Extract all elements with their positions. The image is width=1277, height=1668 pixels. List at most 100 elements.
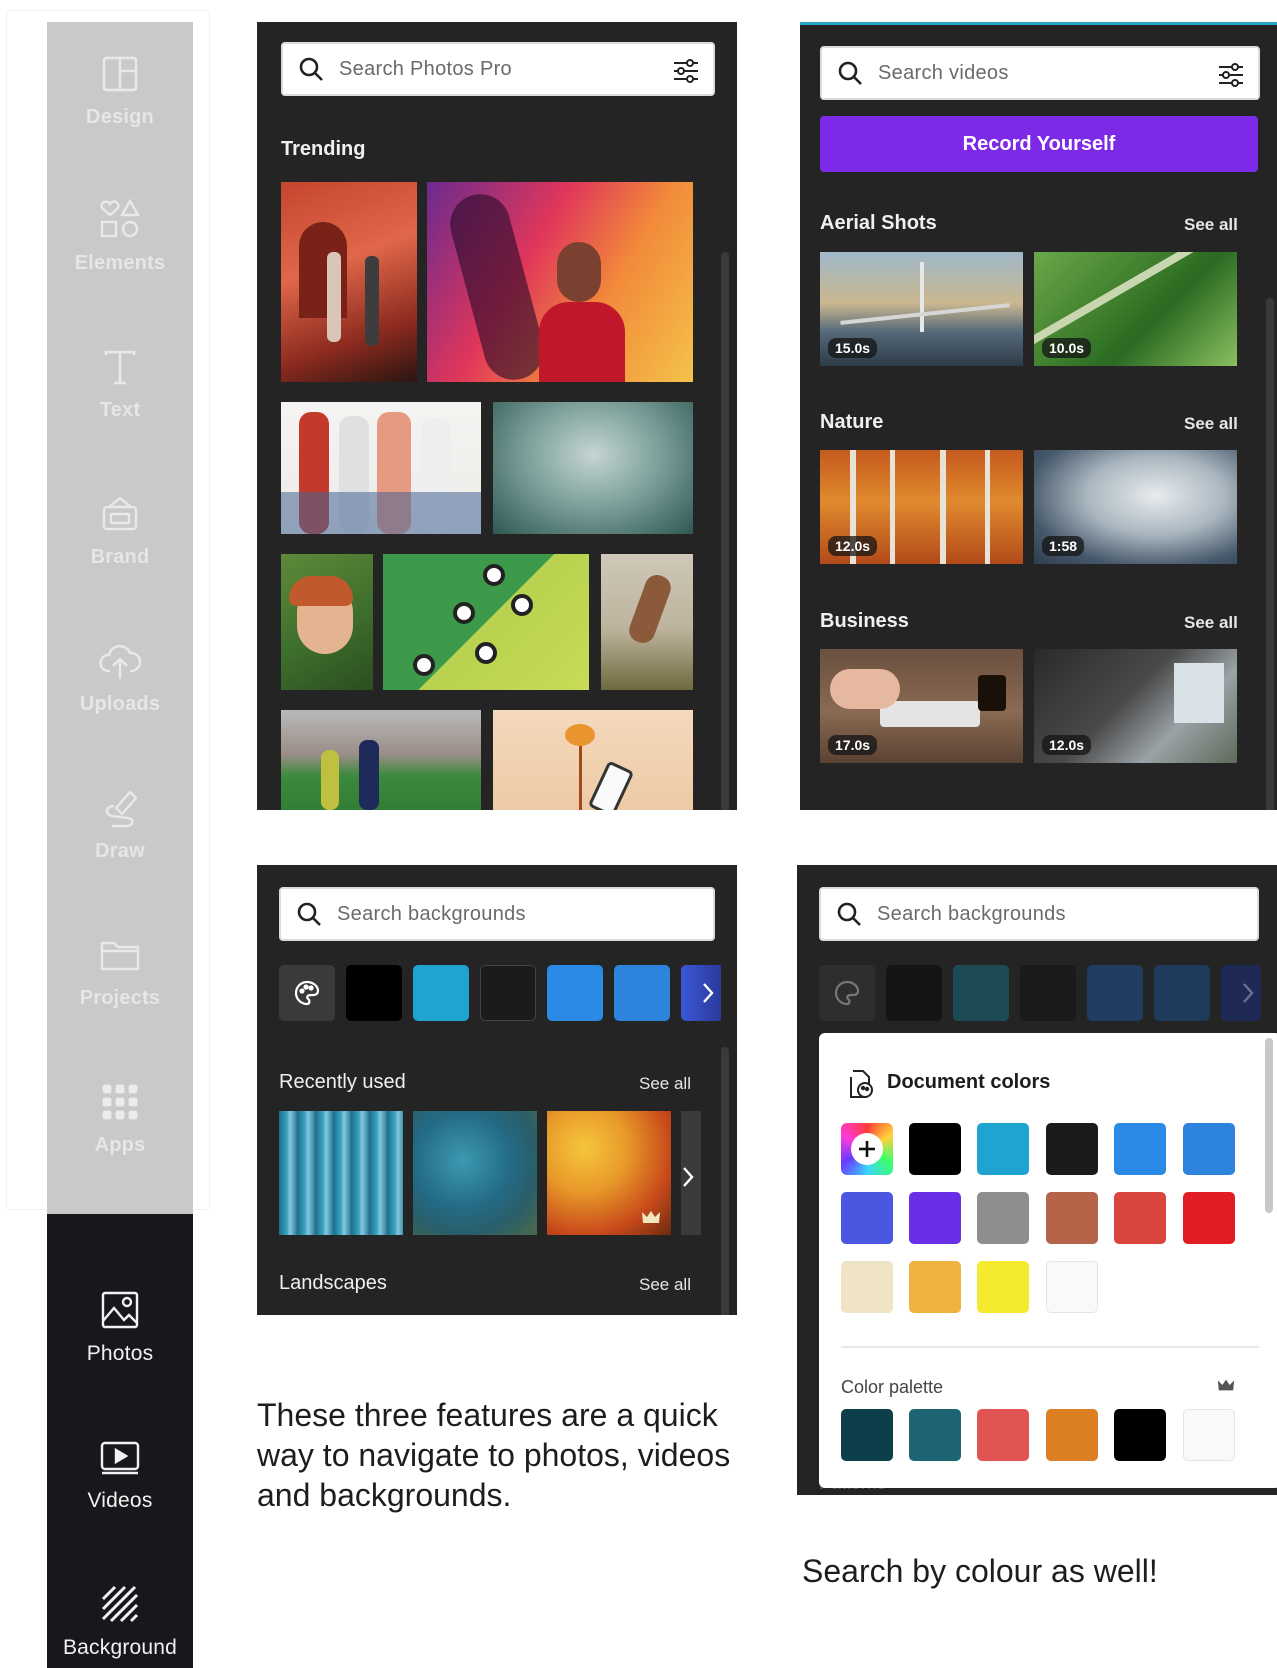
document-color-swatch[interactable] [1114,1192,1166,1244]
photo-thumbnail[interactable] [427,182,693,382]
photo-thumbnail[interactable] [281,554,373,690]
palette-color-swatch[interactable] [977,1409,1029,1461]
video-thumbnail[interactable]: 17.0s [820,649,1023,763]
plus-icon [859,1141,875,1157]
document-color-swatch[interactable] [977,1123,1029,1175]
sidebar-item-uploads[interactable]: Uploads [47,639,193,759]
sidebar-item-apps[interactable]: Apps [47,1080,193,1200]
background-thumbnail[interactable] [547,1111,671,1235]
photo-thumbnail[interactable] [281,710,481,810]
search-input[interactable]: Search backgrounds [819,887,1259,941]
color-swatch[interactable] [886,965,942,1021]
draw-icon [98,786,142,830]
palette-icon [834,980,860,1006]
photo-thumbnail[interactable] [383,554,589,690]
sidebar-item-videos[interactable]: Videos [47,1435,193,1555]
document-color-swatch[interactable] [1046,1192,1098,1244]
see-all-link[interactable]: See all [639,1275,691,1295]
sidebar-item-draw[interactable]: Draw [47,786,193,906]
scrollbar[interactable] [721,252,729,810]
layout-icon [98,52,142,96]
video-thumbnail[interactable]: 10.0s [1034,252,1237,366]
duration-badge: 12.0s [828,536,878,556]
palette-color-swatch[interactable] [1183,1409,1235,1461]
chevron-right-icon[interactable] [681,1165,695,1189]
background-thumbnail[interactable] [279,1111,403,1235]
sidebar-item-label: Background [62,1636,178,1659]
videos-panel: Search videos Record Yourself Aerial Sho… [800,22,1277,810]
color-picker-button[interactable] [279,965,335,1021]
sidebar-active-section: Photos Videos Background [47,1214,193,1668]
scrollbar[interactable] [1266,298,1274,810]
search-input[interactable]: Search videos [820,46,1260,100]
search-input[interactable]: Search backgrounds [279,887,715,941]
sidebar-item-text[interactable]: Text [47,345,193,465]
color-swatch[interactable] [547,965,603,1021]
photo-thumbnail[interactable] [281,182,417,382]
sidebar-item-label: Uploads [79,693,161,715]
chevron-right-icon [703,983,714,1003]
color-picker-button[interactable] [819,965,875,1021]
next-arrow-button[interactable] [1221,965,1261,1021]
sidebar-item-elements[interactable]: Elements [47,198,193,318]
document-color-swatch[interactable] [977,1261,1029,1313]
document-color-swatch[interactable] [1183,1192,1235,1244]
sidebar-item-label: Text [99,399,141,421]
video-thumbnail[interactable]: 12.0s [820,450,1023,564]
search-input[interactable]: Search Photos Pro [281,42,715,96]
video-thumbnail[interactable]: 1:58 [1034,450,1237,564]
video-thumbnail[interactable]: 12.0s [1034,649,1237,763]
color-swatch[interactable] [346,965,402,1021]
color-swatch[interactable] [1154,965,1210,1021]
scrollbar[interactable] [721,1047,729,1315]
see-all-link[interactable]: See all [1184,613,1238,633]
color-swatch[interactable] [1087,965,1143,1021]
duration-badge: 1:58 [1042,536,1085,556]
sidebar-item-photos[interactable]: Photos [47,1288,193,1408]
photo-thumbnail[interactable] [493,402,693,534]
sidebar-item-projects[interactable]: Projects [47,933,193,1053]
document-color-swatch[interactable] [1183,1123,1235,1175]
palette-color-swatch[interactable] [841,1409,893,1461]
color-swatch[interactable] [480,965,536,1021]
add-color-button[interactable] [841,1123,893,1175]
image-icon [98,1288,142,1332]
see-all-link[interactable]: See all [1184,215,1238,235]
video-thumbnail[interactable]: 15.0s [820,252,1023,366]
record-yourself-button[interactable]: Record Yourself [820,116,1258,172]
photo-thumbnail[interactable] [601,554,693,690]
color-swatch[interactable] [1020,965,1076,1021]
background-thumbnail[interactable] [413,1111,537,1235]
document-color-swatch[interactable] [841,1192,893,1244]
shapes-icon [98,198,142,242]
document-color-swatch[interactable] [1114,1123,1166,1175]
document-color-swatch[interactable] [1046,1123,1098,1175]
filter-icon[interactable] [1216,60,1246,90]
text-icon [98,345,142,389]
palette-color-swatch[interactable] [909,1409,961,1461]
document-color-swatch[interactable] [841,1261,893,1313]
color-swatch[interactable] [614,965,670,1021]
see-all-link[interactable]: See all [1184,414,1238,434]
color-swatch[interactable] [413,965,469,1021]
see-all-link[interactable]: See all [639,1074,691,1094]
section-title-aerial: Aerial Shots [820,212,937,234]
palette-color-swatch[interactable] [1046,1409,1098,1461]
document-color-swatch[interactable] [977,1192,1029,1244]
photo-thumbnail[interactable] [493,710,693,810]
document-color-swatch[interactable] [1046,1261,1098,1313]
palette-color-swatch[interactable] [1114,1409,1166,1461]
filter-icon[interactable] [671,56,701,86]
next-arrow-button[interactable] [681,965,721,1021]
sidebar-item-background[interactable]: Background [47,1582,193,1668]
color-swatch[interactable] [953,965,1009,1021]
scrollbar[interactable] [1265,1038,1273,1213]
photo-thumbnail[interactable] [281,402,481,534]
document-color-swatch[interactable] [909,1261,961,1313]
apps-grid-icon [98,1080,142,1124]
sidebar-item-brand[interactable]: Brand [47,492,193,612]
sidebar-item-design[interactable]: Design [47,52,193,172]
document-color-swatch[interactable] [909,1123,961,1175]
search-placeholder: Search Photos Pro [339,57,512,80]
document-color-swatch[interactable] [909,1192,961,1244]
